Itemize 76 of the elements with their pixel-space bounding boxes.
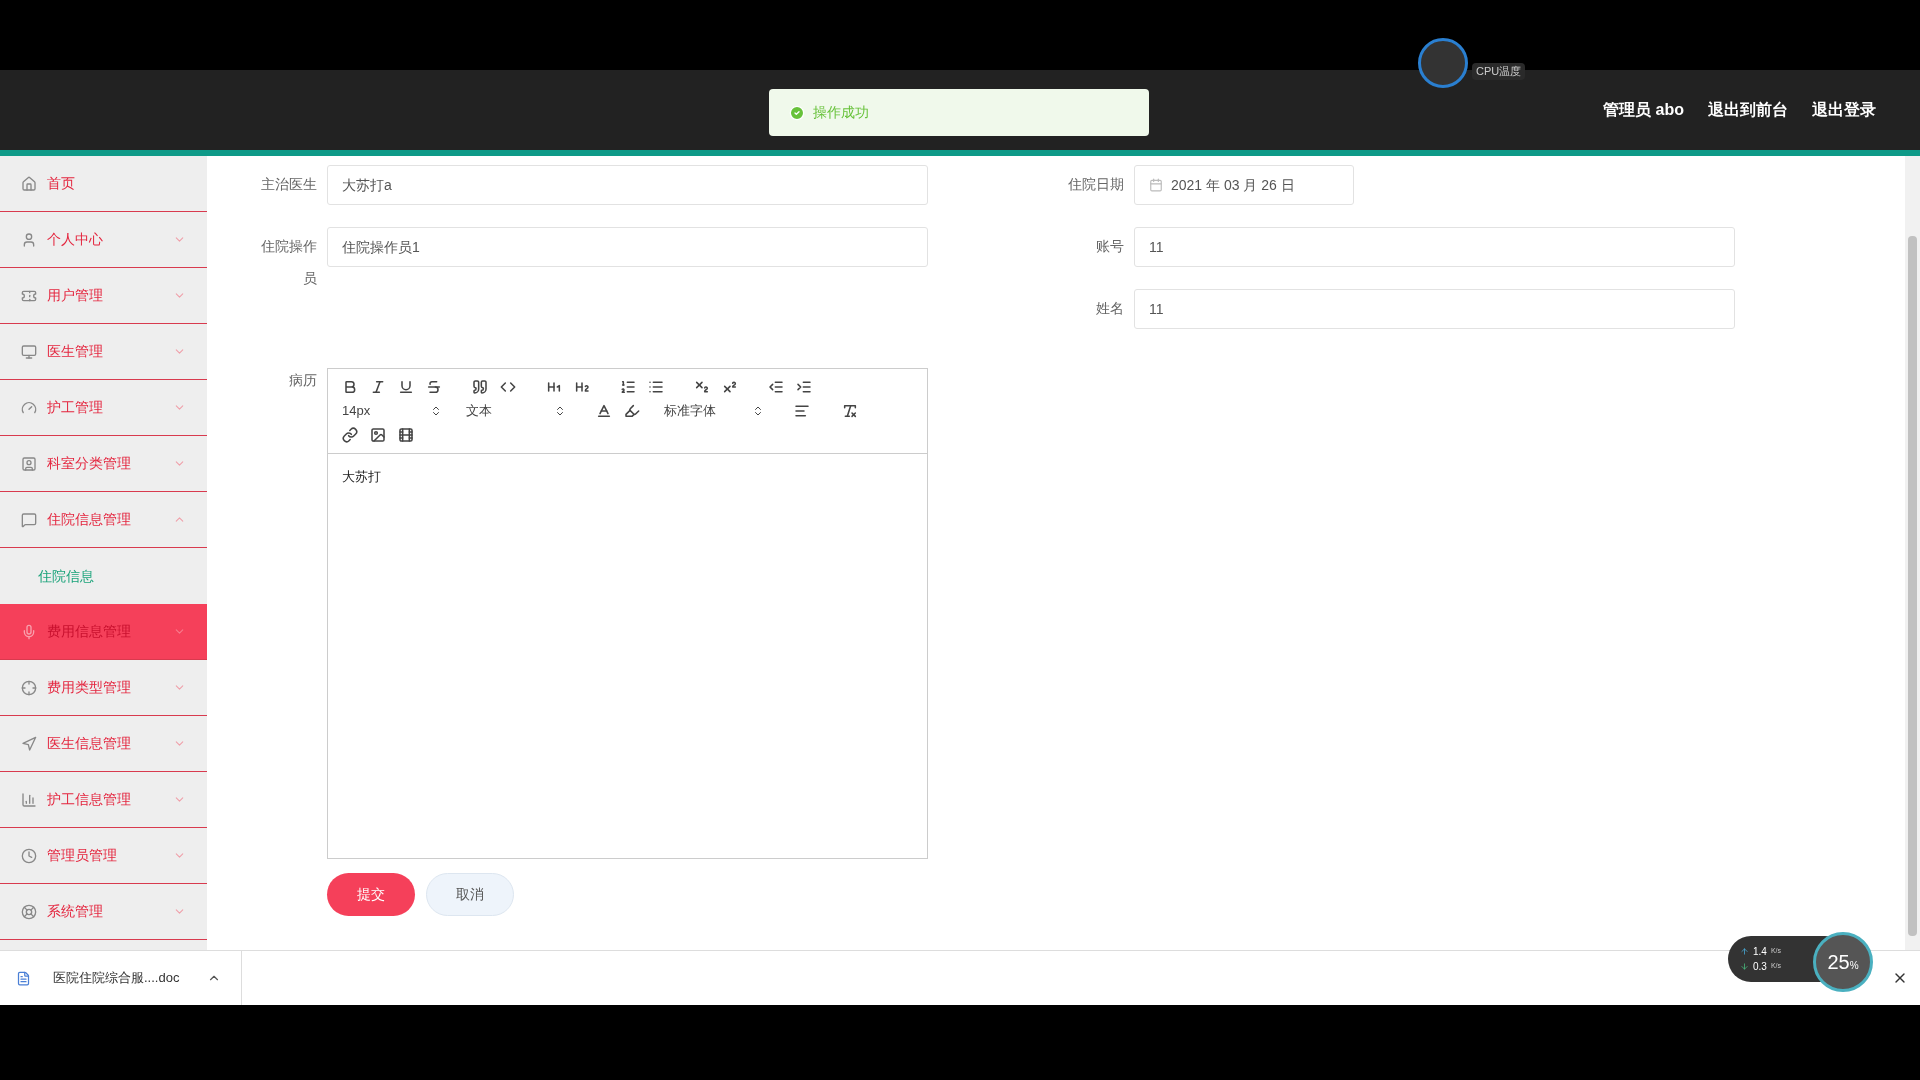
date-field[interactable]: 2021 年 03 月 26 日 (1134, 165, 1354, 205)
input-field[interactable]: 住院操作员1 (327, 227, 928, 267)
field-label: 姓名 (1095, 299, 1124, 318)
clear-format-icon[interactable] (842, 402, 858, 419)
size-select[interactable]: 14px (342, 401, 442, 421)
sidebar-item[interactable]: 护工信息管理 (0, 772, 207, 828)
field-label: 住院日期 (1067, 175, 1124, 194)
input-field[interactable]: 大苏打a (327, 165, 928, 205)
editor-content: 大苏打 (342, 468, 381, 484)
sidebar-item[interactable]: 管理员管理 (0, 828, 207, 884)
italic-icon[interactable] (370, 379, 386, 395)
sidebar-item[interactable]: 护工管理 (0, 380, 207, 436)
header-link[interactable]: 退出登录 (1812, 98, 1876, 122)
updown-icon (752, 404, 764, 417)
updown-icon (430, 404, 442, 417)
link-icon[interactable] (342, 426, 358, 443)
navigation-icon (21, 735, 37, 752)
underline-icon[interactable] (398, 379, 414, 395)
user-name: 管理员 abo (1603, 100, 1684, 120)
image-icon[interactable] (370, 426, 386, 443)
superscript-icon[interactable] (722, 379, 738, 395)
sidebar-item[interactable]: 医生信息管理 (0, 716, 207, 772)
download-arrow-icon (1740, 962, 1749, 971)
lifebuoy-icon (21, 903, 37, 920)
font-select[interactable]: 标准字体 (664, 401, 764, 421)
download-file[interactable]: 医院住院综合服....doc (53, 968, 180, 988)
subscript-icon[interactable] (694, 379, 710, 395)
highlight-icon[interactable] (624, 402, 640, 419)
monitor-icon (21, 343, 37, 360)
user-icon (21, 231, 37, 248)
scrollbar-thumb[interactable] (1908, 236, 1917, 936)
heading-icon[interactable] (574, 379, 590, 395)
check-icon (789, 104, 805, 121)
calendar-icon (1149, 178, 1163, 192)
sidebar-item[interactable]: 科室分类管理 (0, 436, 207, 492)
home-icon (21, 175, 37, 192)
clock-icon (21, 847, 37, 864)
document-icon (16, 970, 31, 986)
sidebar-item[interactable]: 个人中心 (0, 212, 207, 268)
font-color-icon[interactable] (596, 402, 612, 419)
bullet-list-icon[interactable] (648, 379, 664, 395)
outdent-icon[interactable] (768, 379, 784, 395)
ordered-list-icon[interactable] (620, 379, 636, 395)
sidebar-item[interactable]: 住院信息管理 (0, 492, 207, 548)
rich-text-editor[interactable]: 14px 文本 标准字体 大苏打 (327, 368, 928, 859)
heading-icon[interactable] (546, 379, 562, 395)
input-field[interactable]: 11 (1134, 289, 1735, 329)
crosshair-icon (21, 679, 37, 696)
film-icon[interactable] (398, 426, 414, 443)
quote-icon[interactable] (472, 379, 488, 395)
chat-icon (21, 511, 37, 528)
strikethrough-icon[interactable] (426, 379, 442, 395)
updown-icon (554, 404, 566, 417)
indent-icon[interactable] (796, 379, 812, 395)
bar-chart-icon (21, 791, 37, 808)
success-toast: 操作成功 (769, 89, 1149, 136)
submenu-item[interactable]: 住院信息 (38, 565, 94, 587)
code-icon[interactable] (500, 379, 516, 395)
bold-icon[interactable] (342, 379, 358, 395)
cpu-label: CPU温度 (1472, 63, 1526, 80)
sidebar-item[interactable]: 费用类型管理 (0, 660, 207, 716)
field-label: 病历 (288, 371, 317, 390)
sidebar-item[interactable]: 用户管理 (0, 268, 207, 324)
sidebar-item[interactable]: 系统管理 (0, 884, 207, 940)
input-field[interactable]: 11 (1134, 227, 1735, 267)
field-label: 账号 (1095, 237, 1124, 256)
user-icon (21, 455, 37, 472)
submit-button[interactable]: 提交 (327, 873, 415, 916)
sidebar-item[interactable]: 医生管理 (0, 324, 207, 380)
upload-arrow-icon (1740, 947, 1749, 956)
field-label: 住院操作员 (260, 237, 317, 288)
microphone-icon (21, 623, 37, 640)
field-label: 主治医生 (260, 175, 317, 194)
header-link[interactable]: 退出到前台 (1708, 98, 1788, 122)
format-select[interactable]: 文本 (466, 401, 566, 421)
cancel-button[interactable]: 取消 (426, 873, 514, 916)
